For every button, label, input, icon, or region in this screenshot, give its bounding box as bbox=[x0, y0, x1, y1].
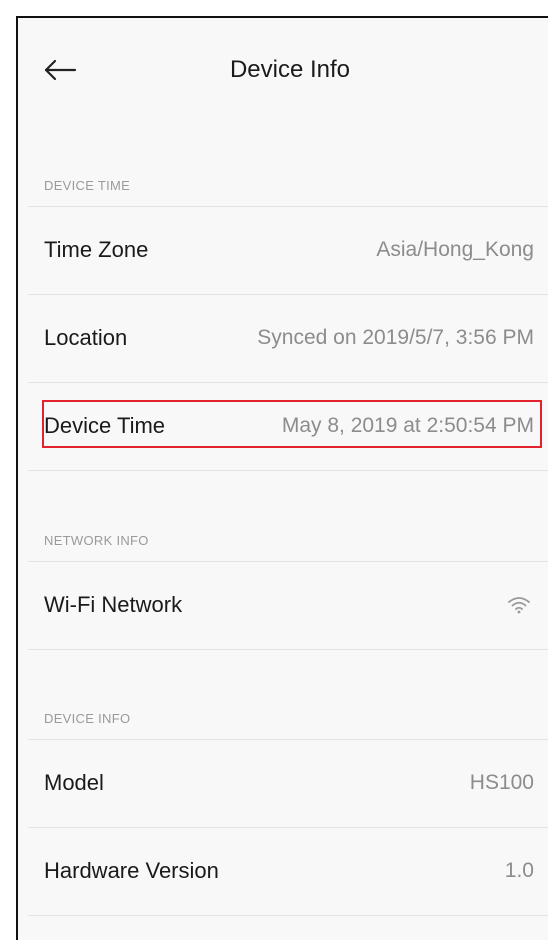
time-zone-row[interactable]: Time Zone Asia/Hong_Kong bbox=[28, 207, 548, 293]
wifi-network-row[interactable]: Wi-Fi Network bbox=[28, 562, 548, 648]
device-time-value: May 8, 2019 at 2:50:54 PM bbox=[281, 414, 534, 437]
wifi-network-label: Wi-Fi Network bbox=[44, 592, 183, 617]
time-zone-value: Asia/Hong_Kong bbox=[376, 238, 534, 261]
divider bbox=[28, 915, 548, 916]
wifi-icon bbox=[506, 594, 532, 616]
device-info-screen: Device Info DEVICE TIME Time Zone Asia/H… bbox=[16, 16, 548, 940]
model-label: Model bbox=[44, 770, 104, 795]
model-value: HS100 bbox=[469, 771, 534, 794]
time-zone-label: Time Zone bbox=[44, 237, 149, 262]
hardware-version-value: 1.0 bbox=[504, 859, 534, 882]
section-header-device-time: DEVICE TIME bbox=[44, 178, 131, 193]
model-row[interactable]: Model HS100 bbox=[28, 740, 548, 826]
hardware-version-label: Hardware Version bbox=[44, 858, 219, 883]
section-header-device-info: DEVICE INFO bbox=[44, 711, 131, 726]
device-time-row[interactable]: Device Time May 8, 2019 at 2:50:54 PM bbox=[28, 383, 548, 469]
divider bbox=[28, 470, 548, 471]
location-label: Location bbox=[44, 325, 128, 350]
section-header-network-info: NETWORK INFO bbox=[44, 533, 149, 548]
hardware-version-row[interactable]: Hardware Version 1.0 bbox=[28, 828, 548, 914]
divider bbox=[28, 649, 548, 650]
location-row[interactable]: Location Synced on 2019/5/7, 3:56 PM bbox=[28, 295, 548, 381]
location-value: Synced on 2019/5/7, 3:56 PM bbox=[257, 326, 534, 349]
page-title: Device Info bbox=[229, 56, 351, 83]
device-time-label: Device Time bbox=[44, 413, 166, 438]
navigation-bar: Device Info bbox=[18, 18, 548, 122]
